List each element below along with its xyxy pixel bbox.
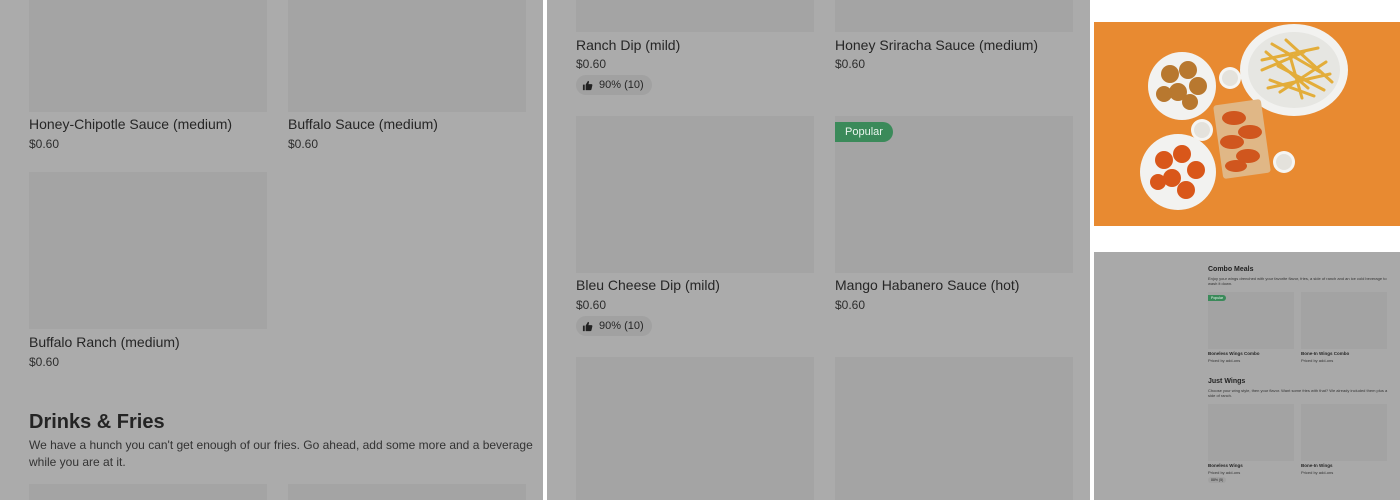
section-title: Drinks & Fries [29, 411, 165, 433]
popular-badge: Popular [1208, 295, 1227, 301]
item-name[interactable]: Bone-In Wings Combo [1301, 351, 1349, 356]
section-description: Choose your wing style, then your flavor… [1208, 388, 1388, 398]
item-name[interactable]: Honey-Chipotle Sauce (medium) [29, 116, 232, 132]
menu-panel-left: Honey-Chipotle Sauce (medium) $0.60 Buff… [0, 0, 543, 500]
item-name[interactable]: Bone-In Wings [1301, 463, 1332, 468]
item-price: $0.60 [835, 298, 866, 312]
section-title: Just Wings [1208, 378, 1246, 385]
item-price: $0.60 [29, 355, 60, 369]
item-price-note: Priced by add-ons [1301, 358, 1334, 363]
item-price: $0.60 [288, 137, 319, 151]
rating-text: 90% (10) [599, 79, 644, 91]
item-image-placeholder[interactable] [1208, 404, 1294, 461]
item-image-placeholder[interactable] [835, 0, 1073, 32]
item-image-placeholder[interactable] [288, 484, 526, 500]
item-price-note: Priced by add-ons [1208, 470, 1241, 475]
rating-text: 90% (10) [599, 320, 644, 332]
item-name[interactable]: Honey Sriracha Sauce (medium) [835, 37, 1038, 53]
section-description: Enjoy your wings drenched with your favo… [1208, 276, 1387, 286]
item-name[interactable]: Mango Habanero Sauce (hot) [835, 277, 1019, 293]
popular-badge: Popular [835, 122, 893, 142]
item-price-note: Priced by add-ons [1208, 358, 1241, 363]
item-image-placeholder[interactable] [835, 357, 1073, 500]
item-image-placeholder[interactable] [576, 116, 814, 273]
item-price: $0.60 [835, 57, 866, 71]
menu-preview-panel: Combo Meals Enjoy your wings drenched wi… [1094, 252, 1400, 500]
rating-badge: 90% (10) [576, 75, 652, 95]
thumbs-up-icon [582, 80, 593, 90]
item-price: $0.60 [29, 137, 60, 151]
item-image-placeholder[interactable] [29, 0, 267, 112]
item-image-placeholder[interactable] [576, 0, 814, 32]
item-image-placeholder[interactable] [1301, 292, 1387, 349]
menu-panel-middle: Ranch Dip (mild) $0.60 90% (10) Honey Sr… [547, 0, 1090, 500]
item-image-placeholder[interactable] [29, 172, 267, 329]
thumbs-up-icon [582, 321, 593, 331]
item-image-placeholder[interactable] [29, 484, 267, 500]
item-image-placeholder[interactable] [288, 0, 526, 112]
wings-and-fries-illustration [1140, 24, 1348, 210]
item-name[interactable]: Bleu Cheese Dip (mild) [576, 277, 720, 293]
section-description: We have a hunch you can't get enough of … [29, 438, 533, 469]
rating-badge: 90% (10) [576, 316, 652, 336]
section-title: Combo Meals [1208, 266, 1254, 273]
food-hero-image [1094, 22, 1400, 226]
item-name[interactable]: Boneless Wings Combo [1208, 351, 1259, 356]
item-name[interactable]: Buffalo Ranch (medium) [29, 334, 180, 350]
item-name[interactable]: Boneless Wings [1208, 463, 1243, 468]
rating-badge: 88% (5) [1208, 477, 1227, 483]
item-name[interactable]: Buffalo Sauce (medium) [288, 116, 438, 132]
item-image-placeholder[interactable] [1301, 404, 1387, 461]
item-name[interactable]: Ranch Dip (mild) [576, 37, 680, 53]
item-price: $0.60 [576, 298, 607, 312]
item-price: $0.60 [576, 57, 607, 71]
item-price-note: Priced by add-ons [1301, 470, 1334, 475]
item-image-placeholder[interactable] [576, 357, 814, 500]
